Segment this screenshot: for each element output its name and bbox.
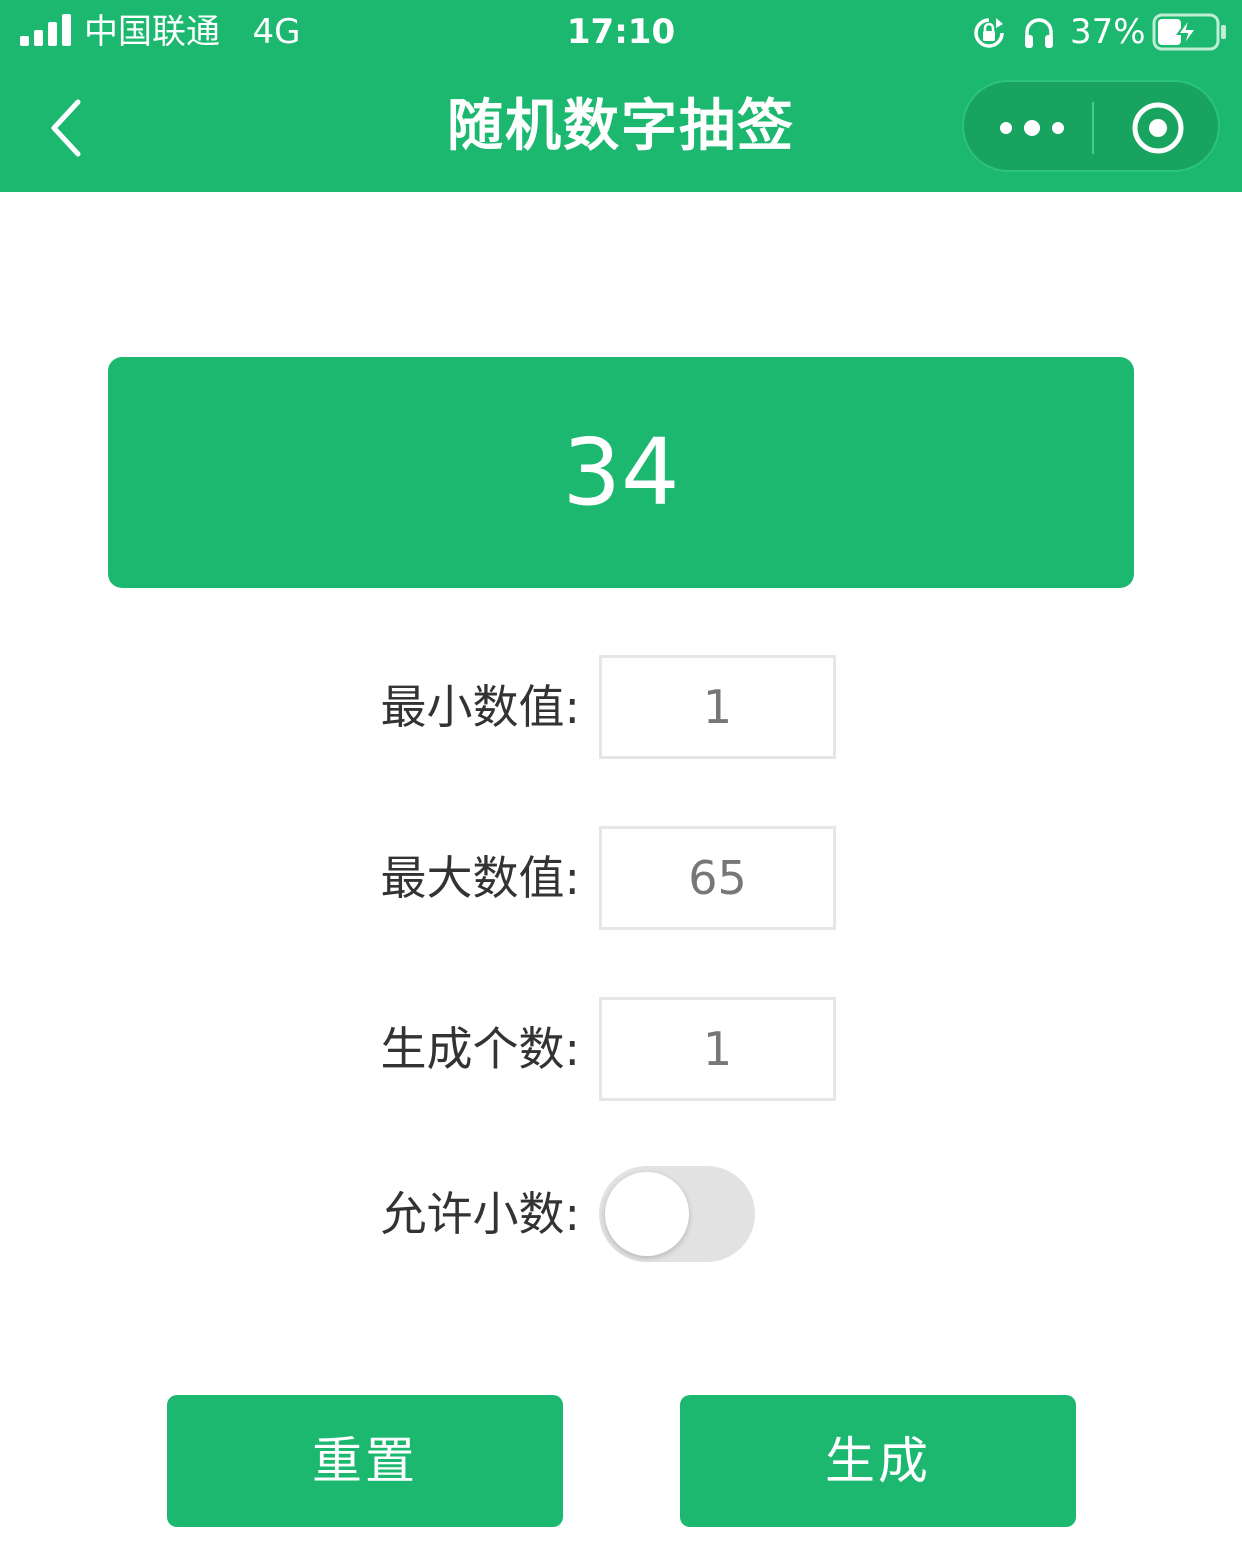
allow-decimal-label: 允许小数: bbox=[380, 1187, 581, 1241]
max-value-label: 最大数值: bbox=[380, 851, 581, 905]
generate-button[interactable]: 生成 bbox=[680, 1395, 1076, 1527]
battery-percent: 37% bbox=[1070, 12, 1146, 52]
max-value-input[interactable]: 65 bbox=[599, 826, 836, 930]
count-input[interactable]: 1 bbox=[599, 997, 836, 1101]
capsule-divider bbox=[1092, 102, 1094, 154]
more-dots-icon[interactable] bbox=[994, 106, 1070, 150]
min-value-input[interactable]: 1 bbox=[599, 655, 836, 759]
headphones-icon bbox=[1025, 18, 1053, 48]
status-bar: 中国联通 4G 17:10 37% bbox=[0, 0, 1242, 64]
min-value-label: 最小数值: bbox=[380, 680, 581, 734]
mini-program-capsule bbox=[962, 80, 1220, 172]
result-display: 34 bbox=[108, 357, 1134, 588]
rotation-lock-icon bbox=[974, 18, 1004, 48]
battery-charging-icon bbox=[1152, 13, 1226, 51]
allow-decimal-toggle[interactable] bbox=[599, 1166, 755, 1262]
navigation-bar: 随机数字抽签 bbox=[0, 64, 1242, 192]
count-label: 生成个数: bbox=[380, 1022, 581, 1076]
max-value-row: 最大数值: 65 bbox=[0, 826, 1242, 930]
allow-decimal-row: 允许小数: bbox=[0, 1166, 1242, 1270]
reset-button[interactable]: 重置 bbox=[167, 1395, 563, 1527]
toggle-knob bbox=[605, 1172, 689, 1256]
count-row: 生成个数: 1 bbox=[0, 997, 1242, 1101]
close-circle-icon[interactable] bbox=[1128, 98, 1188, 158]
min-value-row: 最小数值: 1 bbox=[0, 655, 1242, 759]
